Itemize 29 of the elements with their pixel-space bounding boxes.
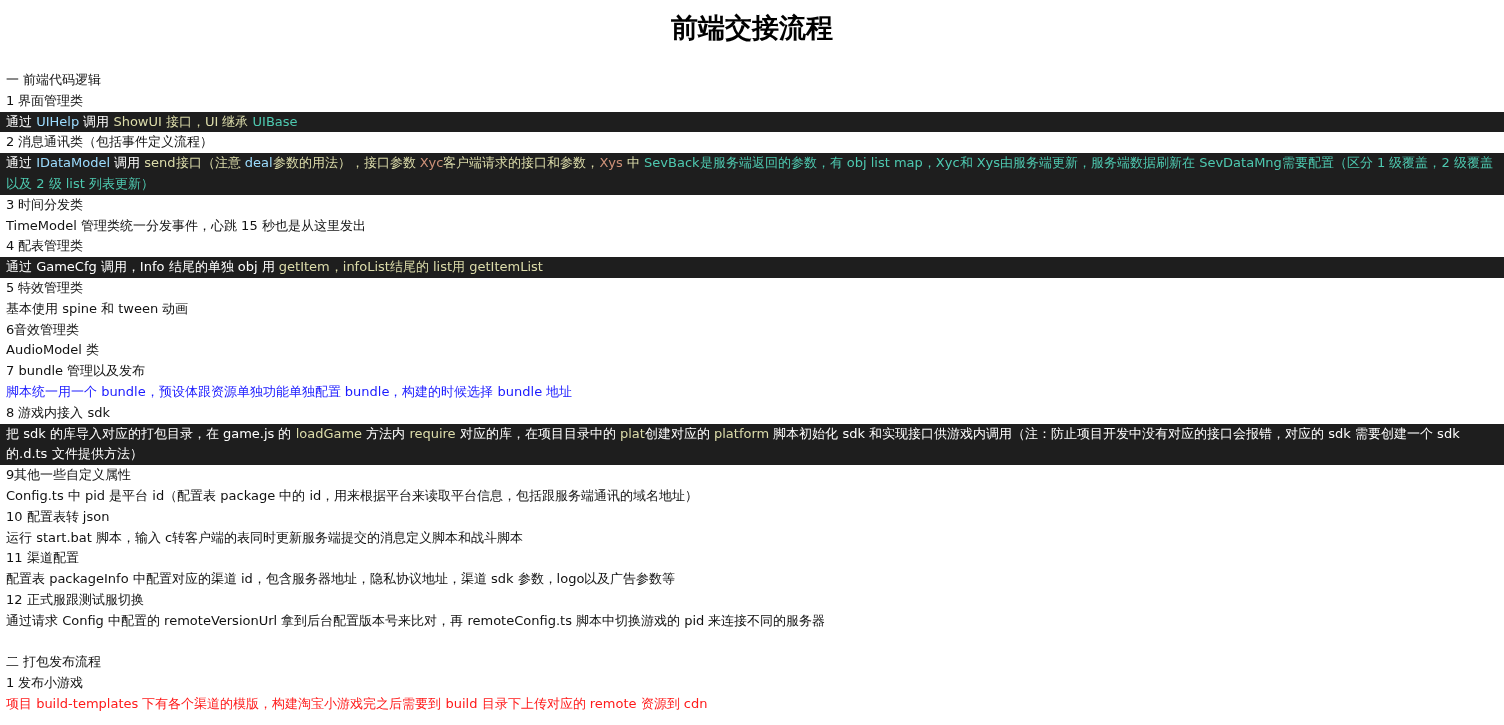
paragraph: 12 正式服跟测试服切换 bbox=[5, 590, 145, 609]
paragraph: 2 消息通讯类（包括事件定义流程） bbox=[5, 133, 215, 152]
paragraph: 基本使用 spine 和 tween 动画 bbox=[5, 299, 190, 318]
document-title: 前端交接流程 bbox=[670, 11, 834, 45]
paragraph: Config.ts 中 pid 是平台 id（配置表 package 中的 id，用来根据平台来读取平台信息，包括跟服务端通讯的域名地址） bbox=[5, 486, 700, 505]
paragraph: 项目 build-templates 下有各个渠道的模版，构建淘宝小游戏完之后需要到 build 目录下上传对应的 remote 资源到 cdn bbox=[5, 694, 709, 713]
paragraph: AudioModel 类 bbox=[5, 341, 101, 360]
paragraph: 3 时间分发类 bbox=[5, 195, 85, 214]
code-paragraph: 把 sdk 的库导入对应的打包目录，在 game.js 的 loadGame 方法内 require 对应的库，在项目目录中的 plat创建对应的 platform 脚本初始化 sdk 和实现接口供游戏内调用（注：防止项目开发中没有对应的接口会报错，对应的 sdk 需要创建一个 sdk 的.d.ts 文件提供方法） bbox=[0, 423, 1504, 466]
paragraph: 8 游戏内接入 sdk bbox=[5, 403, 112, 422]
paragraph: 11 渠道配置 bbox=[5, 549, 80, 568]
paragraph: 6音效管理类 bbox=[5, 320, 81, 339]
paragraph: 10 配置表转 json bbox=[5, 507, 111, 526]
paragraph: 一 前端代码逻辑 bbox=[5, 71, 103, 89]
code-paragraph: 通过 UIHelp 调用 ShowUI 接口，UI 继承 UIBase bbox=[0, 111, 1504, 133]
paragraph: 4 配表管理类 bbox=[5, 237, 85, 256]
code-paragraph: 通过 IDataModel 调用 send接口（注意 deal参数的用法），接口参数 Xyc客户端请求的接口和参数，Xys 中 SevBack是服务端返回的参数，有 obj list map，Xyc和 Xys由服务端更新，服务端数据刷新在 SevDataMng需要配置（区分 1 级覆盖，2 级覆盖以及 2 级 list 列表更新） bbox=[0, 153, 1504, 195]
paragraph: 配置表 packageInfo 中配置对应的渠道 id，包含服务器地址，隐私协议地址，渠道 sdk 参数，logo以及广告参数等 bbox=[5, 570, 677, 589]
paragraph: 通过请求 Config 中配置的 remoteVersionUrl 拿到后台配置版本号来比对，再 remoteConfig.ts 脚本中切换游戏的 pid 来连接不同的服务器 bbox=[5, 611, 827, 630]
code-paragraph: 通过 GameCfg 调用，Info 结尾的单独 obj 用 getItem，infoList结尾的 list用 getItemList bbox=[0, 257, 1504, 278]
paragraph: 二 打包发布流程 bbox=[5, 653, 103, 672]
paragraph: 5 特效管理类 bbox=[5, 278, 85, 297]
paragraph: 脚本统一用一个 bundle，预设体跟资源单独功能单独配置 bundle，构建的时候选择 bundle 地址 bbox=[5, 382, 574, 401]
paragraph: 7 bundle 管理以及发布 bbox=[5, 362, 147, 381]
paragraph: TimeModel 管理类统一分发事件，心跳 15 秒也是从这里发出 bbox=[5, 216, 367, 235]
paragraph: 9其他一些自定义属性 bbox=[5, 466, 133, 485]
paragraph: 运行 start.bat 脚本，输入 c转客户端的表同时更新服务端提交的消息定义脚本和战斗脚本 bbox=[5, 528, 525, 547]
paragraph: 1 界面管理类 bbox=[5, 91, 85, 110]
paragraph: 1 发布小游戏 bbox=[5, 674, 85, 693]
